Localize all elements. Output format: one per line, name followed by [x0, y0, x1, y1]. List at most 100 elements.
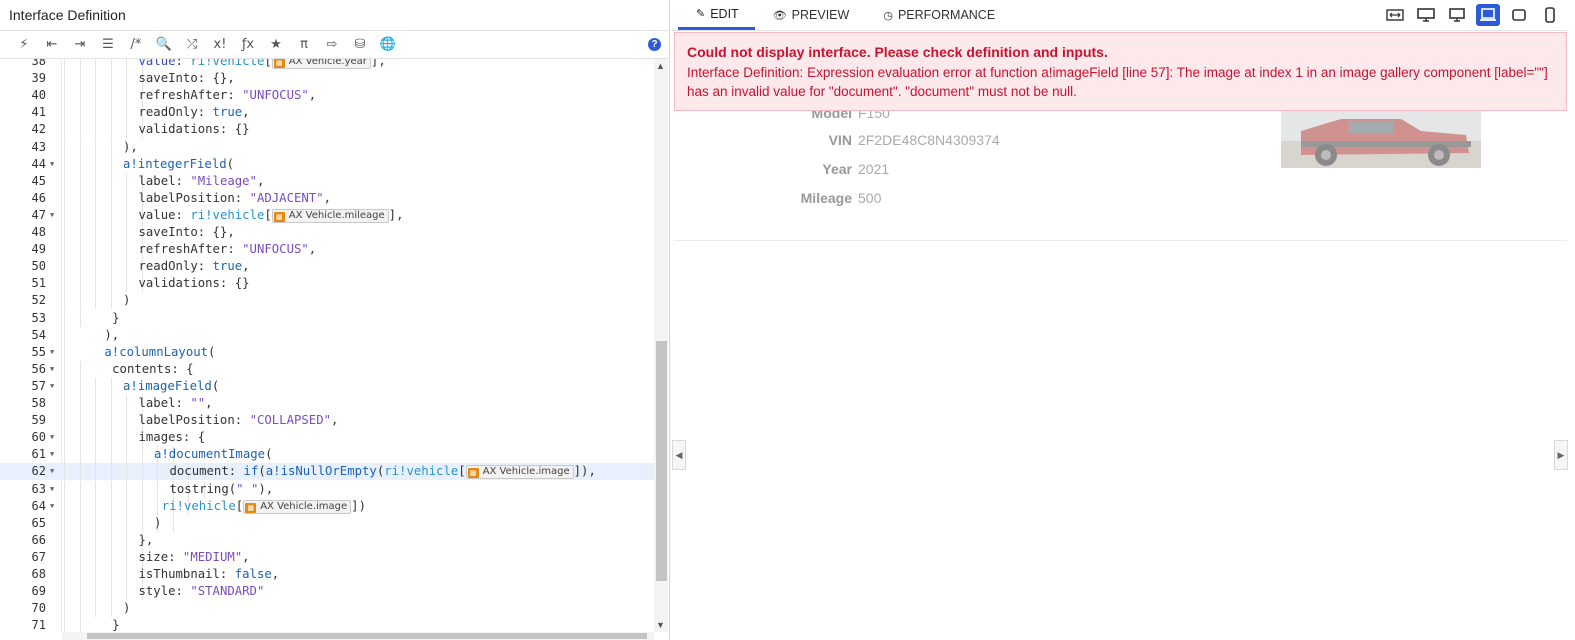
globe-icon[interactable]: 🌐 — [374, 33, 402, 57]
code-text: style: "STANDARD" — [138, 584, 265, 599]
shuffle-icon[interactable]: ⤮ — [178, 33, 206, 57]
code-line[interactable]: 47 ▼ value: ri!vehicle[▦ AX Vehicle.mileage… — [0, 206, 655, 224]
code-line[interactable]: 40 refreshAfter: "UNFOCUS", — [0, 87, 655, 105]
code-text: ), — [104, 327, 120, 342]
fold-toggle-icon[interactable]: ▼ — [50, 481, 54, 498]
code-line[interactable]: 54), — [0, 326, 655, 344]
code-line[interactable]: 52) — [0, 292, 655, 310]
code-line[interactable]: 50 readOnly: true, — [0, 258, 655, 276]
pane-title: Interface Definition — [0, 0, 669, 31]
line-number: 41 — [31, 105, 46, 120]
code-line[interactable]: 59 labelPosition: "COLLAPSED", — [0, 412, 655, 430]
code-line[interactable]: 68 isThumbnail: false, — [0, 566, 655, 584]
expression-icon[interactable]: x! — [206, 33, 234, 57]
outdent-icon[interactable]: ⇤ — [38, 33, 66, 57]
code-line[interactable]: 61 ▼ a!documentImage( — [0, 446, 655, 464]
code-text: labelPosition: "ADJACENT", — [138, 190, 332, 205]
monitor-icon — [1449, 8, 1465, 22]
code-line[interactable]: 43), — [0, 138, 655, 156]
code-line[interactable]: 63 ▼ tostring(" "), — [0, 480, 655, 498]
code-line[interactable]: 67 size: "MEDIUM", — [0, 548, 655, 566]
code-line[interactable]: 62 ▼ document: if(a!isNullOrEmpty(ri!vehic… — [0, 463, 655, 481]
code-line[interactable]: 69 style: "STANDARD" — [0, 583, 655, 601]
fold-toggle-icon[interactable]: ▼ — [50, 446, 54, 463]
error-message-box: Could not display interface. Please chec… — [674, 32, 1567, 111]
line-number: 62 — [31, 464, 46, 479]
pi-icon[interactable]: π — [290, 33, 318, 57]
phone-button[interactable] — [1538, 4, 1562, 26]
search-icon[interactable]: 🔍 — [150, 33, 178, 57]
tab-edit[interactable]: ✎ EDIT — [678, 0, 755, 30]
code-line[interactable]: 41 readOnly: true, — [0, 104, 655, 122]
code-line[interactable]: 38 value: ri!vehicle[▦ AX Vehicle.year], — [0, 59, 655, 71]
tablet-button[interactable] — [1507, 4, 1531, 26]
desktop-button[interactable] — [1414, 4, 1438, 26]
code-line[interactable]: 44 ▼ a!integerField( — [0, 155, 655, 173]
fold-toggle-icon[interactable]: ▼ — [50, 378, 54, 395]
fold-toggle-icon[interactable]: ▼ — [50, 156, 54, 173]
export-icon[interactable]: ⇨ — [318, 33, 346, 57]
code-editor[interactable]: 38 value: ri!vehicle[▦ AX Vehicle.year], 39… — [0, 59, 669, 632]
code-line[interactable]: 46 labelPosition: "ADJACENT", — [0, 189, 655, 207]
magic-wand-icon[interactable]: ⚡ — [10, 33, 38, 57]
fold-toggle-icon[interactable]: ▼ — [50, 207, 54, 224]
code-line[interactable]: 39 saveInto: {}, — [0, 70, 655, 88]
code-line[interactable]: 71} — [0, 617, 655, 632]
code-text: images: { — [138, 430, 206, 445]
laptop-button[interactable] — [1476, 4, 1500, 26]
line-number: 39 — [31, 71, 46, 86]
horizontal-scrollbar[interactable] — [62, 632, 654, 640]
indent-icon[interactable]: ⇥ — [66, 33, 94, 57]
fold-toggle-icon[interactable]: ▼ — [50, 361, 54, 378]
code-line[interactable]: 53} — [0, 309, 655, 327]
fit-width-button[interactable] — [1383, 4, 1407, 26]
code-line[interactable]: 65) — [0, 514, 655, 532]
code-line[interactable]: 64 ▼ ri!vehicle[▦ AX Vehicle.image]) — [0, 497, 655, 515]
code-text: ) — [123, 293, 131, 308]
tablet-icon — [1512, 9, 1526, 21]
tab-performance[interactable]: ◷ PERFORMANCE — [865, 0, 1011, 30]
scroll-down-icon[interactable]: ▼ — [656, 620, 665, 630]
code-text: ri!vehicle[▦ AX Vehicle.image]) — [161, 498, 366, 514]
collapse-right-button[interactable]: ▶ — [1554, 440, 1568, 470]
comment-icon[interactable]: /* — [122, 33, 150, 57]
code-line[interactable]: 57 ▼ a!imageField( — [0, 377, 655, 395]
code-text: refreshAfter: "UNFOCUS", — [138, 242, 317, 257]
function-icon[interactable]: ƒx — [234, 33, 262, 57]
code-line[interactable]: 45 label: "Mileage", — [0, 172, 655, 190]
vertical-scrollbar[interactable]: ▲ ▼ — [654, 59, 668, 632]
line-number: 63 — [31, 481, 46, 496]
line-number: 66 — [31, 532, 46, 547]
line-number: 70 — [31, 601, 46, 616]
collapse-left-button[interactable]: ◀ — [672, 440, 686, 470]
code-line[interactable]: 51 validations: {} — [0, 275, 655, 293]
fold-toggle-icon[interactable]: ▼ — [50, 429, 54, 446]
h-scrollbar-thumb[interactable] — [87, 633, 647, 639]
line-number: 40 — [31, 88, 46, 103]
star-icon[interactable]: ★ — [262, 33, 290, 57]
code-text: refreshAfter: "UNFOCUS", — [138, 88, 317, 103]
fold-toggle-icon[interactable]: ▼ — [50, 498, 54, 515]
list-icon[interactable]: ☰ — [94, 33, 122, 57]
code-line[interactable]: 56 ▼ contents: { — [0, 360, 655, 378]
tab-preview[interactable]: 👁 PREVIEW — [755, 0, 866, 30]
code-line[interactable]: 58 label: "", — [0, 395, 655, 413]
code-line[interactable]: 42 validations: {} — [0, 121, 655, 139]
monitor-button[interactable] — [1445, 4, 1469, 26]
code-line[interactable]: 48 saveInto: {}, — [0, 224, 655, 242]
tab-label: PERFORMANCE — [897, 8, 996, 22]
desktop-icon — [1417, 8, 1435, 22]
phone-icon — [1545, 7, 1555, 23]
scroll-up-icon[interactable]: ▲ — [656, 61, 665, 71]
code-text: value: ri!vehicle[▦ AX Vehicle.mileage], — [138, 207, 404, 223]
fold-toggle-icon[interactable]: ▼ — [50, 344, 54, 361]
help-icon[interactable]: ? — [648, 38, 661, 51]
code-line[interactable]: 49 refreshAfter: "UNFOCUS", — [0, 241, 655, 259]
database-icon[interactable]: ⛁ — [346, 33, 374, 57]
code-line[interactable]: 66}, — [0, 531, 655, 549]
code-line[interactable]: 70) — [0, 600, 655, 618]
fold-toggle-icon[interactable]: ▼ — [50, 463, 54, 480]
code-line[interactable]: 55 ▼ a!columnLayout( — [0, 343, 655, 361]
scrollbar-thumb[interactable] — [656, 341, 667, 581]
code-line[interactable]: 60 ▼ images: { — [0, 429, 655, 447]
